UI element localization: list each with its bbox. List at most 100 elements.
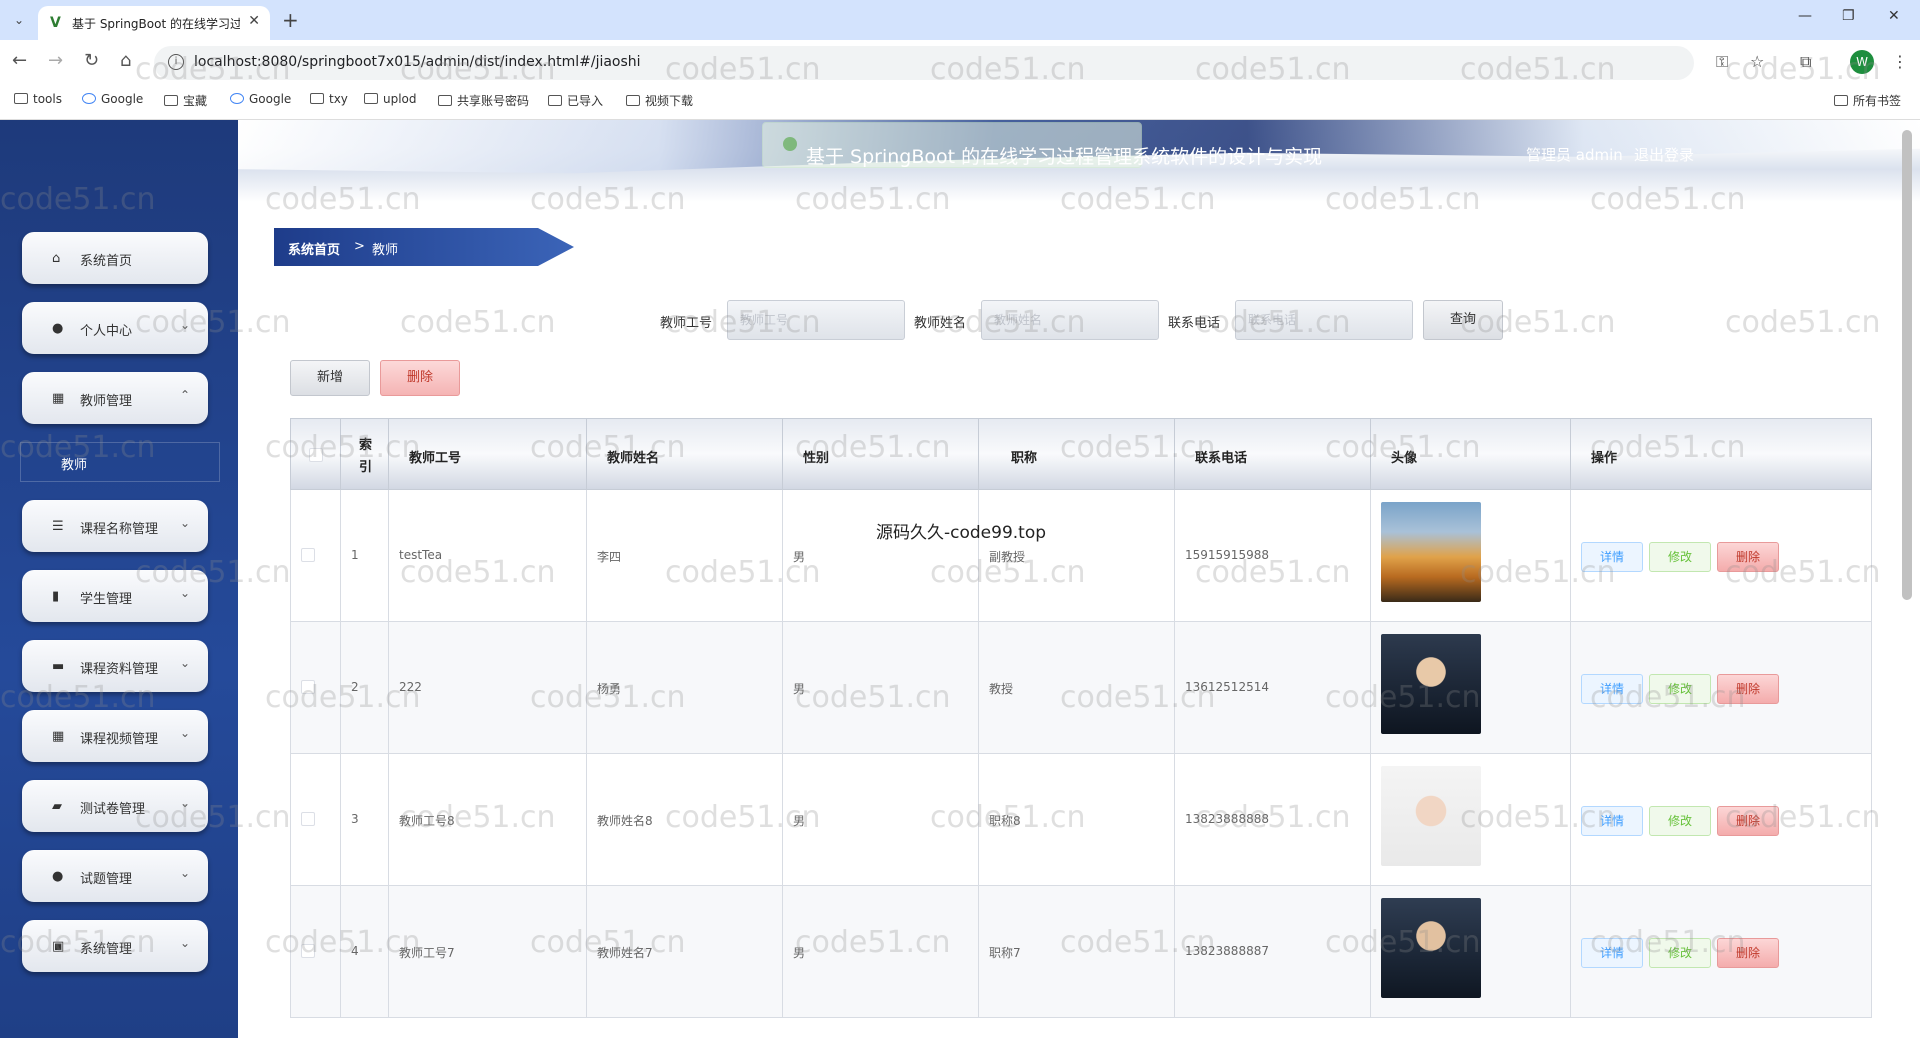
cell-select xyxy=(291,754,341,885)
avatar-image[interactable] xyxy=(1381,766,1481,866)
url-field[interactable]: i localhost:8080/springboot7x015/admin/d… xyxy=(154,46,1764,80)
avatar-image[interactable] xyxy=(1381,898,1481,998)
close-tab-icon[interactable]: ✕ xyxy=(248,13,260,29)
site-info-icon[interactable]: i xyxy=(168,54,184,70)
delete-button[interactable]: 删除 xyxy=(1717,674,1779,704)
edit-button[interactable]: 修改 xyxy=(1649,938,1711,968)
sidebar-item-students[interactable]: ▮ 学生管理 ⌄ xyxy=(22,570,208,622)
batch-delete-button[interactable]: 删除 xyxy=(380,360,460,396)
edit-button[interactable]: 修改 xyxy=(1649,542,1711,572)
teacher-name-input[interactable] xyxy=(981,300,1159,340)
page-scrollbar[interactable] xyxy=(1902,130,1912,1010)
search-button[interactable]: 查询 xyxy=(1423,300,1503,340)
cell-actions: 详情 修改 删除 xyxy=(1571,754,1873,885)
bookmarks-bar: tools Google 宝藏 Google txy uplod 共享账号密码 … xyxy=(0,84,1920,120)
avatar-image[interactable] xyxy=(1381,502,1481,602)
header-select-all[interactable] xyxy=(291,419,341,491)
home-icon[interactable]: ⌂ xyxy=(120,50,131,71)
chevron-down-icon: ⌄ xyxy=(179,586,190,600)
cell-avatar xyxy=(1371,886,1571,1017)
cell-actions: 详情 修改 删除 xyxy=(1571,886,1873,1017)
table-row: 4 教师工号7 教师姓名7 男职称7 13823888887 详情 修改 删除 xyxy=(290,886,1872,1018)
detail-button[interactable]: 详情 xyxy=(1581,806,1643,836)
new-tab-icon[interactable]: + xyxy=(282,8,299,32)
restore-icon[interactable]: ❐ xyxy=(1842,8,1855,24)
chevron-down-icon: ⌄ xyxy=(179,936,190,950)
phone-input[interactable] xyxy=(1235,300,1413,340)
forward-icon[interactable]: → xyxy=(48,50,63,71)
cell-select xyxy=(291,490,341,621)
header-phone: 联系电话 xyxy=(1175,419,1371,491)
reload-icon[interactable]: ↻ xyxy=(84,50,99,71)
bookmark-google-2[interactable]: Google xyxy=(230,92,291,106)
minimize-icon[interactable]: — xyxy=(1798,8,1812,24)
add-button[interactable]: 新增 xyxy=(290,360,370,396)
header-avatar: 头像 xyxy=(1371,419,1571,491)
bookmark-tools[interactable]: tools xyxy=(14,92,62,106)
sidebar-item-personal[interactable]: ● 个人中心 ⌄ xyxy=(22,302,208,354)
top-header: 基于 SpringBoot 的在线学习过程管理系统软件的设计与实现 管理员 ad… xyxy=(238,120,1920,202)
bar-chart-icon: ▮ xyxy=(52,589,60,604)
cell-gender: 男 xyxy=(783,886,979,1017)
profile-avatar[interactable]: W xyxy=(1850,50,1874,74)
row-checkbox[interactable] xyxy=(301,680,315,694)
scrollbar-thumb[interactable] xyxy=(1902,130,1912,600)
sidebar-item-course-videos[interactable]: ▦ 课程视频管理 ⌄ xyxy=(22,710,208,762)
detail-button[interactable]: 详情 xyxy=(1581,542,1643,572)
select-all-checkbox[interactable] xyxy=(309,448,323,462)
detail-button[interactable]: 详情 xyxy=(1581,938,1643,968)
sidebar-item-test-papers[interactable]: ▰ 测试卷管理 ⌄ xyxy=(22,780,208,832)
sidebar-item-teacher-mgmt[interactable]: ▦ 教师管理 ⌃ xyxy=(22,372,208,424)
user-icon: ● xyxy=(52,321,64,336)
close-window-icon[interactable]: ✕ xyxy=(1888,8,1900,24)
key-icon[interactable]: ⚿ xyxy=(1716,52,1728,72)
cell-phone: 13823888888 xyxy=(1175,754,1371,885)
bookmark-imported[interactable]: 已导入 xyxy=(548,92,603,109)
back-icon[interactable]: ← xyxy=(12,50,27,71)
extensions-icon[interactable]: ⧉ xyxy=(1800,52,1811,72)
source-watermark: 源码久久-code99.top xyxy=(876,523,1047,543)
bookmark-video-download[interactable]: 视频下载 xyxy=(626,92,693,109)
browser-tabbar: ⌄ V 基于 SpringBoot 的在线学习过 ✕ + — ❐ ✕ xyxy=(0,0,1920,40)
sidebar-subitem-teacher[interactable]: 教师 xyxy=(20,442,220,482)
sidebar-item-system[interactable]: ▣ 系统管理 ⌄ xyxy=(22,920,208,972)
chevron-down-icon: ⌄ xyxy=(179,656,190,670)
row-checkbox[interactable] xyxy=(301,812,315,826)
sidebar-item-questions[interactable]: ● 试题管理 ⌄ xyxy=(22,850,208,902)
edit-button[interactable]: 修改 xyxy=(1649,674,1711,704)
tab-list-icon[interactable]: ⌄ xyxy=(8,9,30,31)
cell-title: 教授 xyxy=(979,622,1175,753)
sidebar-item-home[interactable]: ⌂ 系统首页 xyxy=(22,232,208,284)
delete-button[interactable]: 删除 xyxy=(1717,542,1779,572)
detail-button[interactable]: 详情 xyxy=(1581,674,1643,704)
sidebar-item-course-names[interactable]: ☰ 课程名称管理 ⌄ xyxy=(22,500,208,552)
teacher-name-label: 教师姓名 xyxy=(914,316,967,331)
logout-link[interactable]: 退出登录 xyxy=(1634,144,1694,165)
bookmark-all[interactable]: 所有书签 xyxy=(1834,92,1901,109)
bookmark-google[interactable]: Google xyxy=(82,92,143,106)
teacher-id-input[interactable] xyxy=(727,300,905,340)
breadcrumb: 系统首页 > 教师 xyxy=(274,228,574,266)
bookmark-baozang[interactable]: 宝藏 xyxy=(164,92,207,109)
breadcrumb-home[interactable]: 系统首页 xyxy=(288,239,340,258)
cell-avatar xyxy=(1371,622,1571,753)
cell-teacher-id: 教师工号8 xyxy=(389,754,587,885)
bookmark-shared-accounts[interactable]: 共享账号密码 xyxy=(438,92,529,109)
chevron-up-icon: ⌃ xyxy=(179,388,190,402)
delete-button[interactable]: 删除 xyxy=(1717,806,1779,836)
header-index: 索引 xyxy=(341,419,389,491)
row-checkbox[interactable] xyxy=(301,944,315,958)
bookmark-uplod[interactable]: uplod xyxy=(364,92,417,106)
sidebar-item-course-materials[interactable]: ▬ 课程资料管理 ⌄ xyxy=(22,640,208,692)
chevron-down-icon: ⌄ xyxy=(179,516,190,530)
avatar-image[interactable] xyxy=(1381,634,1481,734)
delete-button[interactable]: 删除 xyxy=(1717,938,1779,968)
chevron-down-icon: ⌄ xyxy=(179,726,190,740)
edit-button[interactable]: 修改 xyxy=(1649,806,1711,836)
bookmark-txy[interactable]: txy xyxy=(310,92,348,106)
row-checkbox[interactable] xyxy=(301,548,315,562)
menu-icon[interactable]: ⋮ xyxy=(1892,52,1908,71)
briefcase-icon: ▰ xyxy=(52,799,62,814)
star-icon[interactable]: ☆ xyxy=(1750,52,1764,71)
browser-tab[interactable]: V 基于 SpringBoot 的在线学习过 ✕ xyxy=(38,6,270,40)
